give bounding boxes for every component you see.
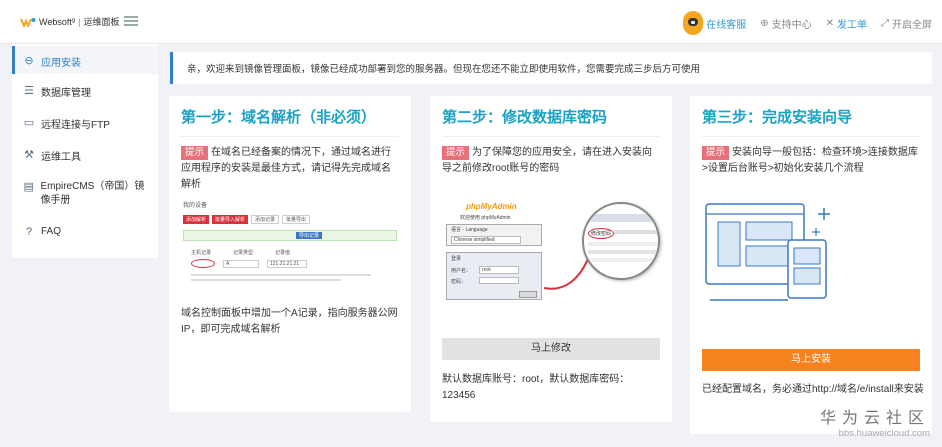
- robot-icon: [683, 11, 704, 35]
- support-center-link[interactable]: ⊕ 支持中心: [760, 16, 811, 31]
- tip-tag: 提示: [702, 146, 730, 160]
- brand-subtitle: 运维面板: [83, 17, 120, 27]
- step-title: 第三步：完成安装向导: [702, 109, 853, 126]
- header-actions: 在线客服 ⊕ 支持中心 ✕ 发工单 ⤢ 开启全屏: [669, 11, 932, 35]
- fullscreen-label: 开启全屏: [892, 19, 932, 31]
- sidebar: ⊖ 应用安装 ☰ 数据库管理 ▭ 远程连接与FTP ⚒ 运维工具 ▤ Empir…: [12, 44, 158, 258]
- top-bar: Websoft 9 | 运维面板 在线客服 ⊕ 支持中心 ✕ 发工单 ⤢ 开启全屏: [0, 0, 942, 44]
- dns-shot-field: 记录值: [275, 250, 291, 256]
- fullscreen-icon: ⤢: [881, 17, 889, 29]
- fullscreen-link[interactable]: ⤢ 开启全屏: [881, 16, 932, 31]
- logo-mark-icon: [20, 17, 36, 27]
- modify-password-label: 马上修改: [531, 343, 571, 354]
- pma-user-label: 用户名：: [451, 268, 472, 274]
- step-card-3: 第三步：完成安装向导 提示 安装向导一般包括：检查环境>连接数据库>设置后台账号>…: [690, 96, 932, 434]
- menu-toggle-icon[interactable]: [124, 14, 138, 28]
- phpmyadmin-screenshot: phpMyAdmin 欢迎使用 phpMyAdmin 语言 - Language…: [444, 200, 660, 310]
- ticket-icon: ✕: [825, 17, 834, 29]
- brand-logo[interactable]: Websoft 9 | 运维面板: [20, 15, 120, 28]
- modify-password-button[interactable]: 马上修改: [442, 338, 660, 360]
- database-icon: ☰: [24, 85, 34, 97]
- sidebar-item-database[interactable]: ☰ 数据库管理: [12, 80, 158, 102]
- pma-zoom-label: 修改密码: [588, 228, 615, 239]
- pma-login-label: 登录: [451, 256, 462, 262]
- step-title: 第一步：域名解析（非必须）: [181, 109, 377, 126]
- app-install-icon: ⊖: [24, 55, 34, 67]
- sidebar-item-remote-ftp[interactable]: ▭ 远程连接与FTP: [12, 112, 158, 134]
- step-note: 域名控制面板中增加一个A记录，指向服务器公网IP，即可完成域名解析: [181, 308, 398, 335]
- brand-separator: |: [78, 16, 81, 27]
- step-card-1: 第一步：域名解析（非必须） 提示 在域名已经备案的情况下，通过域名进行应用程序的安…: [169, 96, 411, 412]
- pma-welcome: 欢迎使用 phpMyAdmin: [460, 215, 511, 221]
- dns-shot-field: 记录类型: [233, 250, 254, 256]
- ticket-link[interactable]: ✕ 发工单: [826, 16, 867, 31]
- dns-shot-field: 主机记录: [191, 250, 212, 256]
- online-service-label: 在线客服: [706, 19, 747, 31]
- monitor-icon: ▭: [23, 117, 35, 129]
- tools-icon: ⚒: [24, 149, 34, 161]
- pma-pass-value: [479, 277, 519, 284]
- dns-shot-tab: 添加解析: [183, 215, 210, 224]
- pma-lang-value: Chinese simplified: [451, 236, 521, 244]
- sidebar-item-app-install[interactable]: ⊖ 应用安装: [12, 46, 158, 74]
- pma-go-button: [519, 291, 537, 298]
- dns-shot-tab: 批量导入解析: [212, 215, 249, 224]
- step-tip: 提示 在域名已经备案的情况下，通过域名进行应用程序的安装是最佳方式，请记得先完成域…: [169, 137, 411, 193]
- sidebar-item-label: 数据库管理: [41, 88, 91, 99]
- sidebar-item-label: FAQ: [41, 226, 62, 237]
- sidebar-item-label: 应用安装: [41, 58, 81, 69]
- question-icon: ?: [25, 226, 33, 238]
- pma-lang-label: 语言 - Language: [451, 227, 488, 233]
- sidebar-item-tools[interactable]: ⚒ 运维工具: [12, 144, 158, 166]
- dns-shot-hint-bar: 导出记录: [183, 230, 397, 241]
- dns-screenshot: 我的设备 添加解析 批量导入解析 添加记录 批量导出 导出记录 主机记录 记录类…: [183, 200, 397, 296]
- welcome-notice-text: 亲，欢迎来到镜像管理面板，镜像已经成功部署到您的服务器。但现在您还不能立即使用软…: [187, 64, 701, 75]
- dns-shot-tab: 批量导出: [282, 215, 311, 224]
- dns-shot-hint-button: 导出记录: [296, 232, 323, 239]
- sidebar-item-label: EmpireCMS（帝国）镜像手册: [40, 181, 145, 206]
- tip-text: 为了保障您的应用安全，请在进入安装向导之前修改root账号的密码: [442, 147, 653, 174]
- tip-tag: 提示: [181, 146, 209, 160]
- tip-text: 在域名已经备案的情况下，通过域名进行应用程序的安装是最佳方式，请记得先完成域名解…: [181, 147, 392, 190]
- dns-shot-type-input: A: [223, 259, 259, 268]
- ticket-label: 发工单: [837, 19, 867, 31]
- watermark: 华为云社区 bbs.huaweicloud.com: [820, 404, 930, 439]
- install-now-button[interactable]: 马上安装: [702, 349, 920, 371]
- step-tip: 提示 安装向导一般包括：检查环境>连接数据库>设置后台账号>初始化安装几个流程: [690, 137, 932, 177]
- step-tip: 提示 为了保障您的应用安全，请在进入安装向导之前修改root账号的密码: [430, 137, 672, 177]
- pma-user-value: root: [479, 266, 519, 274]
- install-wizard-illustration: [705, 203, 830, 301]
- step-title: 第二步：修改数据库密码: [442, 109, 608, 126]
- sidebar-item-label: 远程连接与FTP: [41, 120, 110, 131]
- globe-icon: ⊕: [760, 17, 769, 29]
- tip-text: 安装向导一般包括：检查环境>连接数据库>设置后台账号>初始化安装几个流程: [702, 147, 918, 174]
- pma-login-box: 登录 用户名： root 密码：: [446, 252, 542, 300]
- tip-tag: 提示: [442, 146, 470, 160]
- watermark-line-2: bbs.huaweicloud.com: [838, 428, 930, 439]
- sidebar-item-faq[interactable]: ? FAQ: [12, 222, 158, 244]
- install-now-label: 马上安装: [791, 354, 831, 365]
- step-note: 默认数据库账号：root，默认数据库密码：123456: [442, 374, 630, 401]
- dns-shot-value-input: 121.21.21.21: [267, 259, 307, 268]
- brand-sup: 9: [71, 18, 76, 25]
- watermark-line-1: 华为云社区: [819, 410, 930, 427]
- pma-lang-box: 语言 - Language Chinese simplified: [446, 224, 542, 246]
- brand-name: Websoft: [39, 16, 72, 27]
- step-note: 已经配置域名，务必通过http://域名/e/install来安装: [702, 384, 924, 395]
- welcome-notice: 亲，欢迎来到镜像管理面板，镜像已经成功部署到您的服务器。但现在您还不能立即使用软…: [170, 52, 932, 84]
- step-card-2: 第二步：修改数据库密码 提示 为了保障您的应用安全，请在进入安装向导之前修改roo…: [430, 96, 672, 422]
- dns-shot-tab: 添加记录: [251, 215, 280, 224]
- sidebar-item-label: 运维工具: [41, 152, 81, 163]
- support-center-label: 支持中心: [771, 19, 812, 31]
- online-service-link[interactable]: 在线客服: [683, 11, 746, 35]
- dns-shot-host-input: [191, 259, 215, 268]
- pma-pass-label: 密码：: [451, 279, 467, 285]
- dns-shot-title: 我的设备: [183, 203, 208, 209]
- pma-logo: phpMyAdmin: [466, 202, 517, 211]
- pma-zoom-circle: 修改密码: [582, 202, 660, 280]
- sidebar-item-manual[interactable]: ▤ EmpireCMS（帝国）镜像手册: [12, 176, 158, 212]
- manual-icon: ▤: [23, 181, 34, 193]
